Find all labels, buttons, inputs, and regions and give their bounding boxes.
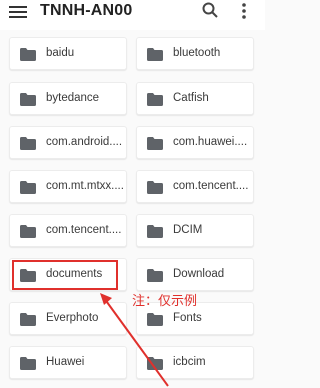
folder-icon bbox=[20, 357, 36, 370]
folder-item[interactable]: baidu bbox=[9, 37, 127, 70]
folder-name: Huawei bbox=[46, 356, 85, 368]
folder-item[interactable]: com.tencent.... bbox=[136, 170, 254, 203]
folder-icon bbox=[20, 137, 36, 150]
folder-name: documents bbox=[46, 268, 103, 280]
folder-name: baidu bbox=[46, 47, 75, 59]
folder-name: Download bbox=[173, 268, 225, 280]
folder-item[interactable]: com.mt.mtxx.... bbox=[9, 170, 127, 203]
folder-item[interactable]: com.android.... bbox=[9, 126, 127, 159]
folder-item[interactable]: bytedance bbox=[9, 82, 127, 115]
folder-icon bbox=[147, 357, 163, 370]
folder-item[interactable]: bluetooth bbox=[136, 37, 254, 70]
annotation-note: 注：仅示例 bbox=[132, 293, 198, 308]
folder-icon bbox=[147, 313, 163, 326]
folder-icon bbox=[147, 137, 163, 150]
folder-name: icbcim bbox=[173, 356, 206, 368]
folder-name: com.mt.mtxx.... bbox=[46, 180, 124, 192]
folder-item[interactable]: icbcim bbox=[136, 346, 254, 379]
folder-name: Catfish bbox=[173, 92, 209, 104]
folder-item[interactable]: Everphoto bbox=[9, 302, 127, 335]
folder-icon bbox=[20, 181, 36, 194]
folder-icon bbox=[20, 93, 36, 106]
folder-icon bbox=[20, 48, 36, 61]
folder-name: Fonts bbox=[173, 312, 202, 324]
folder-item[interactable]: com.huawei.... bbox=[136, 126, 254, 159]
search-icon[interactable] bbox=[202, 2, 218, 18]
folder-name: com.huawei.... bbox=[173, 136, 248, 148]
folder-name: Everphoto bbox=[46, 312, 99, 324]
folder-icon bbox=[20, 225, 36, 238]
more-vertical-icon[interactable] bbox=[240, 2, 248, 20]
folder-name: bytedance bbox=[46, 92, 100, 104]
folder-icon bbox=[147, 269, 163, 282]
folder-item[interactable]: com.tencent.... bbox=[9, 214, 127, 247]
folder-item[interactable]: documents bbox=[9, 258, 127, 291]
folder-icon bbox=[147, 93, 163, 106]
folder-item[interactable]: Huawei bbox=[9, 346, 127, 379]
hamburger-menu-icon[interactable] bbox=[9, 5, 27, 19]
folder-icon bbox=[20, 269, 36, 282]
folder-icon bbox=[20, 313, 36, 326]
folder-name: DCIM bbox=[173, 224, 203, 236]
folder-icon bbox=[147, 48, 163, 61]
folder-name: bluetooth bbox=[173, 47, 221, 59]
folder-item[interactable]: DCIM bbox=[136, 214, 254, 247]
folder-icon bbox=[147, 181, 163, 194]
folder-name: com.tencent.... bbox=[173, 180, 249, 192]
folder-item[interactable]: Download bbox=[136, 258, 254, 291]
folder-icon bbox=[147, 225, 163, 238]
top-app-bar: TNNH-AN00 bbox=[0, 0, 265, 30]
folder-item[interactable]: Catfish bbox=[136, 82, 254, 115]
page-title: TNNH-AN00 bbox=[40, 2, 133, 19]
folder-name: com.android.... bbox=[46, 136, 123, 148]
folder-name: com.tencent.... bbox=[46, 224, 122, 236]
